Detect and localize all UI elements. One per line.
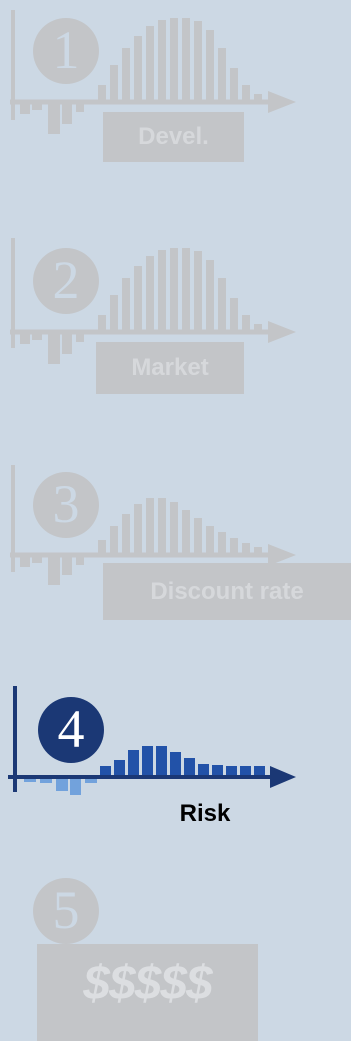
- step-2-label: Market: [131, 354, 209, 381]
- step-2-market: 2 Market: [0, 228, 351, 408]
- step-5-number: 5: [52, 880, 80, 940]
- step-5-value: 5 $$$$$: [0, 860, 351, 1041]
- step-3-discount-rate: 3 Discount rate: [0, 460, 351, 620]
- step-3-label: Discount rate: [150, 577, 304, 605]
- step-1-develop: 1 Devel.: [0, 0, 351, 180]
- step-3-number: 3: [52, 474, 80, 534]
- step-4-number: 4: [57, 699, 85, 759]
- step-1-number: 1: [52, 20, 80, 80]
- step-4-risk: 4 Risk: [0, 680, 351, 840]
- step-2-number: 2: [52, 250, 80, 310]
- step-5-label: $$$$$: [83, 956, 212, 1010]
- step-1-label: Devel.: [138, 123, 209, 150]
- step-4-label: Risk: [179, 800, 231, 827]
